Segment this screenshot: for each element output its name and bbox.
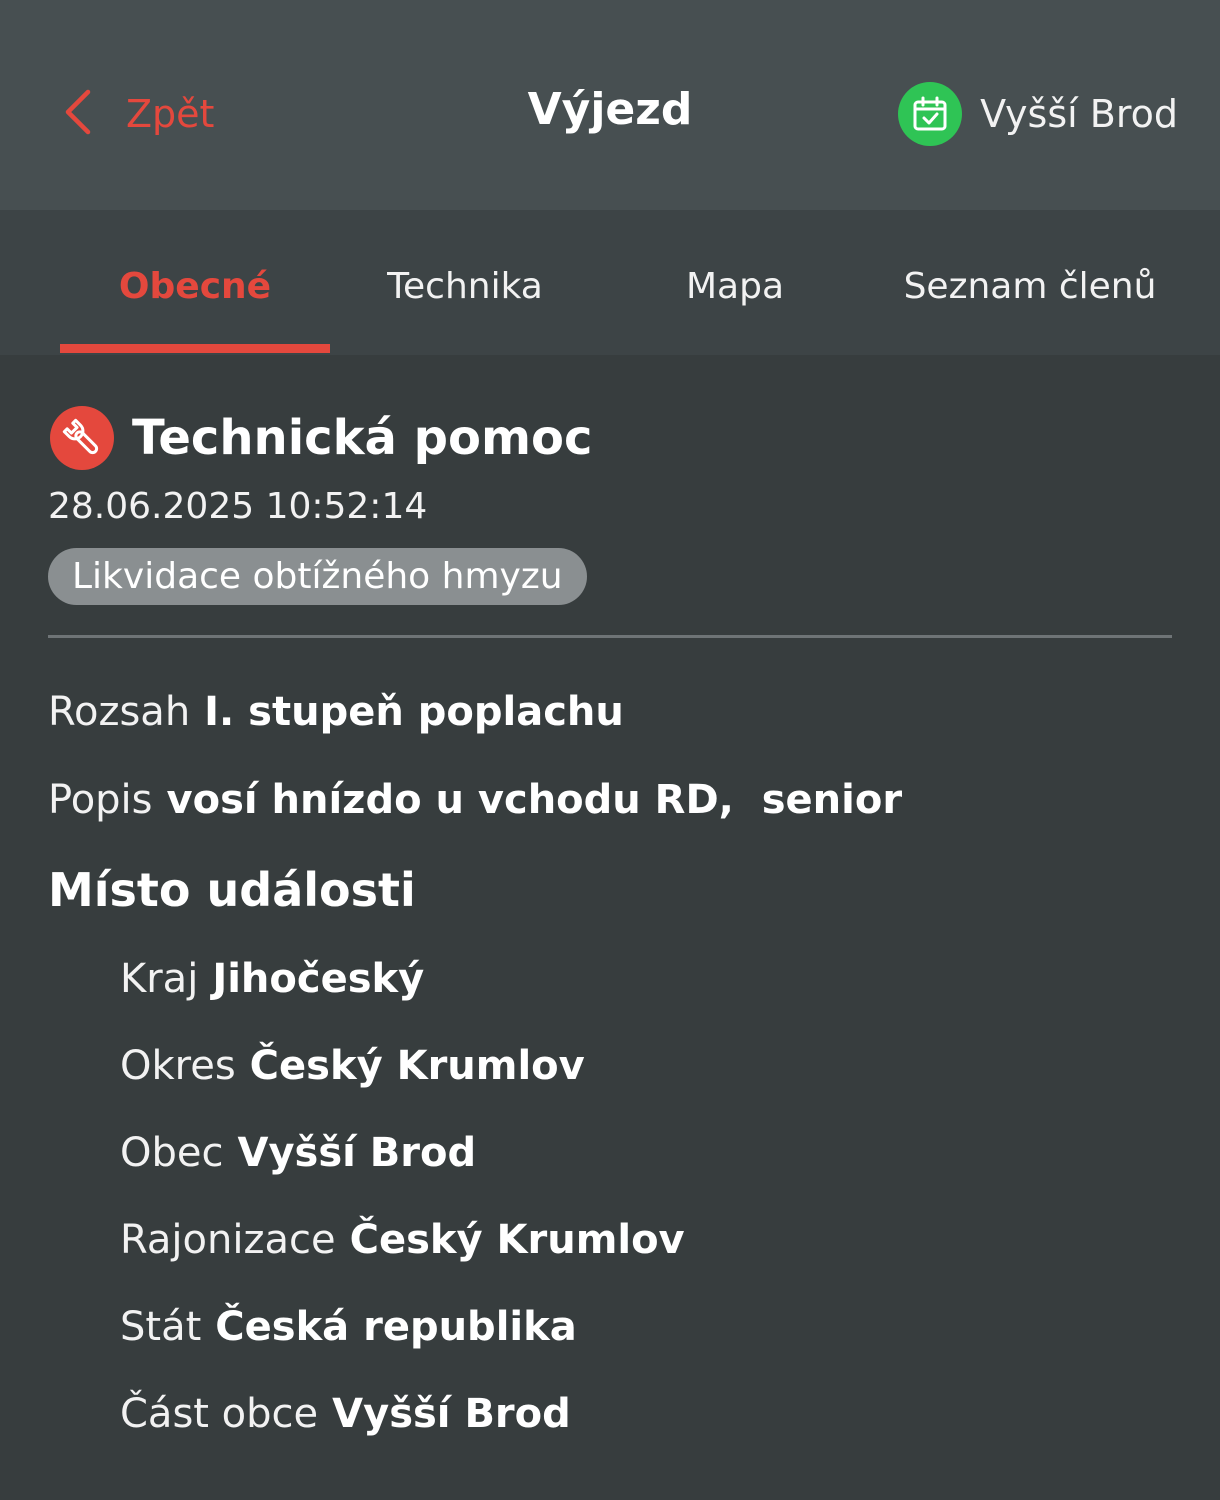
location-label: Rajonizace <box>120 1217 336 1263</box>
general-info: Technická pomoc 28.06.2025 10:52:14 Likv… <box>48 400 1172 1458</box>
location-row: Kraj Jihočeský <box>48 936 1172 1023</box>
tab-obecne[interactable]: Obecné <box>60 266 330 322</box>
location-section-title: Místo události <box>48 863 416 917</box>
tab-technika[interactable]: Technika <box>340 266 590 322</box>
back-button[interactable]: Zpět <box>60 88 214 140</box>
chevron-left-icon <box>60 86 96 142</box>
location-value: Vyšší Brod <box>237 1130 477 1176</box>
event-type: Technická pomoc <box>132 410 593 466</box>
active-tab-indicator <box>60 344 330 353</box>
tab-bar: Obecné Technika Mapa Seznam členů <box>0 210 1220 355</box>
page-title: Výjezd <box>527 84 693 135</box>
location-value: Český Krumlov <box>249 1043 585 1089</box>
location-row: Část obce Vyšší Brod <box>48 1371 1172 1458</box>
calendar-check-icon <box>898 82 963 146</box>
event-timestamp: 28.06.2025 10:52:14 <box>48 486 428 527</box>
location-value: Vyšší Brod <box>332 1391 571 1437</box>
detail-rozsah: Rozsah I. stupeň poplachu <box>48 668 1172 756</box>
divider <box>48 635 1172 638</box>
event-header: Technická pomoc <box>48 400 1172 476</box>
station-selector[interactable]: Vyšší Brod <box>898 82 1178 146</box>
tab-seznam-clenu[interactable]: Seznam členů <box>870 266 1190 322</box>
detail-popis: Popis vosí hnízdo u vchodu RD, senior <box>48 756 1172 844</box>
top-app-bar: Zpět Výjezd Vyšší Brod <box>0 0 1220 210</box>
detail-label: Popis <box>48 777 153 823</box>
location-row: Rajonizace Český Krumlov <box>48 1197 1172 1284</box>
location-row: Obec Vyšší Brod <box>48 1110 1172 1197</box>
detail-value: vosí hnízdo u vchodu RD, senior <box>166 777 903 823</box>
location-row: Stát Česká republika <box>48 1284 1172 1371</box>
location-value: Jihočeský <box>212 956 425 1002</box>
location-label: Kraj <box>120 956 199 1002</box>
location-label: Část obce <box>120 1391 319 1437</box>
station-name: Vyšší Brod <box>980 92 1178 136</box>
back-label: Zpět <box>126 92 215 136</box>
event-subtype-chip: Likvidace obtížného hmyzu <box>48 548 587 605</box>
location-value: Česká republika <box>215 1304 577 1350</box>
location-row: Okres Český Krumlov <box>48 1023 1172 1110</box>
location-label: Okres <box>120 1043 236 1089</box>
location-label: Stát <box>120 1304 202 1350</box>
location-value: Český Krumlov <box>349 1217 685 1263</box>
wrench-icon <box>50 406 114 470</box>
detail-label: Rozsah <box>48 689 191 735</box>
tab-mapa[interactable]: Mapa <box>620 266 850 322</box>
detail-value: I. stupeň poplachu <box>204 689 624 735</box>
location-label: Obec <box>120 1130 224 1176</box>
